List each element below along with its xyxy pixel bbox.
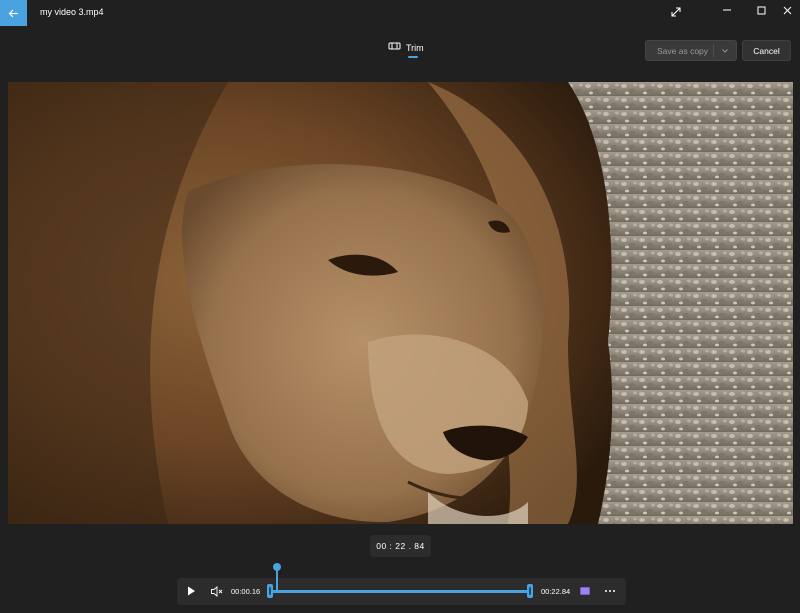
tab-trim-label: Trim xyxy=(406,43,424,53)
trim-icon xyxy=(388,42,401,50)
current-time-text: 00 : 22 . 84 xyxy=(376,541,425,551)
play-icon[interactable] xyxy=(184,584,198,598)
maximize-icon xyxy=(757,6,765,14)
expand-icon[interactable] xyxy=(669,5,683,19)
trim-start-time: 00:00.16 xyxy=(231,587,261,596)
window-title: my video 3.mp4 xyxy=(40,7,104,17)
trim-end-time: 00:22.84 xyxy=(541,587,571,596)
close-icon xyxy=(783,6,791,14)
playhead-knob[interactable] xyxy=(273,563,281,571)
minimize-icon xyxy=(723,9,731,11)
back-arrow-icon xyxy=(8,9,18,17)
back-button[interactable] xyxy=(0,0,27,26)
button-divider xyxy=(713,44,714,57)
video-frame-image xyxy=(8,82,793,524)
clip-icon[interactable] xyxy=(579,585,591,597)
more-icon[interactable] xyxy=(603,585,617,597)
tab-indicator xyxy=(408,56,418,58)
chevron-down-icon[interactable] xyxy=(721,47,729,55)
close-button[interactable] xyxy=(770,0,800,20)
tab-trim[interactable]: Trim xyxy=(388,40,424,60)
save-as-copy-button[interactable]: Save as copy xyxy=(645,40,737,61)
cancel-label: Cancel xyxy=(753,45,780,56)
save-as-copy-label: Save as copy xyxy=(657,45,709,56)
video-preview[interactable] xyxy=(8,82,793,524)
playback-controls: 00:00.16 00:22.84 xyxy=(177,578,626,605)
volume-mute-icon[interactable] xyxy=(210,585,223,598)
title-bar: my video 3.mp4 xyxy=(0,0,800,26)
trim-track[interactable] xyxy=(270,590,531,593)
trim-end-handle[interactable] xyxy=(527,584,533,598)
minimize-button[interactable] xyxy=(710,0,744,20)
cancel-button[interactable]: Cancel xyxy=(742,40,791,61)
trim-start-handle[interactable] xyxy=(267,584,273,598)
current-time-display: 00 : 22 . 84 xyxy=(370,535,431,557)
playhead-line[interactable] xyxy=(276,568,278,592)
